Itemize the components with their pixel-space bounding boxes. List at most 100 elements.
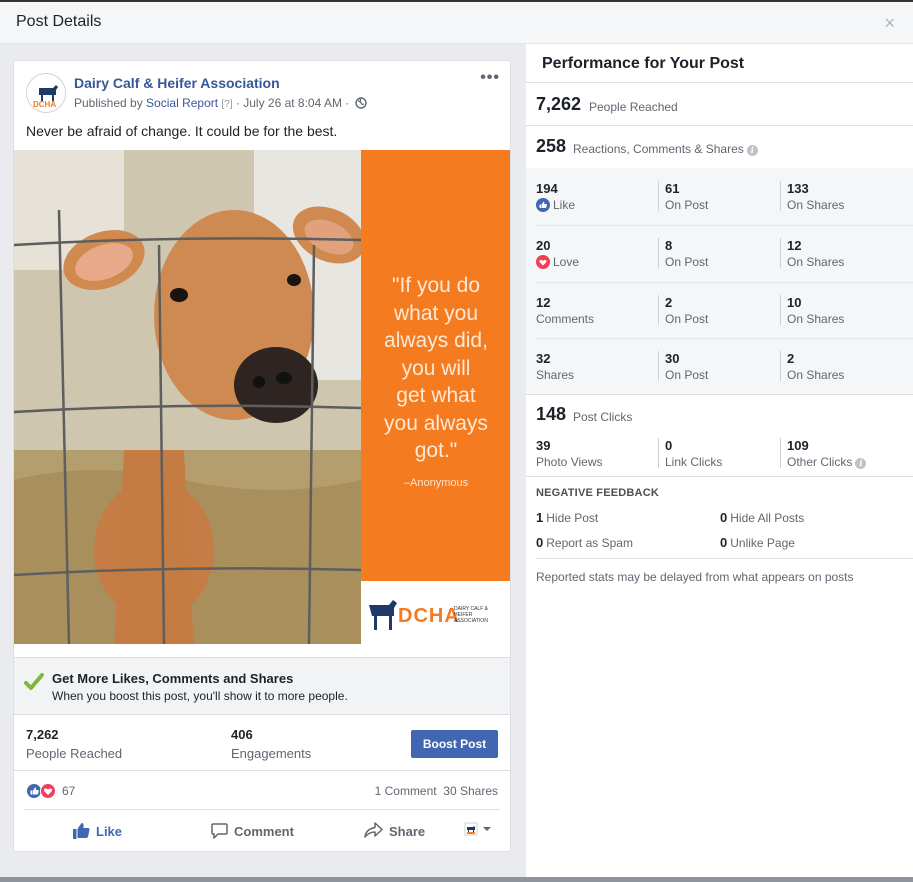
post-header: DCHA Dairy Calf & Heifer Association Pub… xyxy=(14,61,510,151)
calf-illustration xyxy=(14,150,366,644)
quote-line: what you xyxy=(393,301,479,325)
like-label: Like xyxy=(96,824,123,839)
reactions-row: 67 1 Comment 30 Shares xyxy=(14,771,510,809)
love-on-post-cell: 8 On Post xyxy=(665,238,708,269)
report-spam-label: Report as Spam xyxy=(546,536,633,550)
published-by-prefix: Published by xyxy=(74,96,147,110)
photo-views-label: Photo Views xyxy=(536,455,603,469)
engagements-label: Engagements xyxy=(231,746,312,761)
page-name-link[interactable]: Dairy Calf & Heifer Association xyxy=(74,75,280,91)
divider xyxy=(780,351,781,381)
comments-label: Comments xyxy=(536,312,595,326)
engagement-label-text: Reactions, Comments & Shares xyxy=(573,142,744,156)
post-preview-pane: DCHA Dairy Calf & Heifer Association Pub… xyxy=(0,44,526,882)
check-icon xyxy=(24,673,44,690)
performance-pane: Performance for Your Post 7,262 People R… xyxy=(526,44,913,882)
comment-icon xyxy=(211,823,228,840)
divider xyxy=(780,181,781,211)
shares-on-shares: 2 xyxy=(787,351,795,366)
divider xyxy=(780,295,781,325)
divider xyxy=(658,351,659,381)
divider xyxy=(780,438,781,468)
love-on-post: 8 xyxy=(665,238,673,253)
calf-photo xyxy=(14,150,366,644)
shares-count-link[interactable]: 30 Shares xyxy=(443,784,498,798)
hide-post-value: 1 xyxy=(536,510,544,525)
love-on-shares: 12 xyxy=(787,238,802,253)
stats-delay-footnote: Reported stats may be delayed from what … xyxy=(536,570,854,584)
comments-on-post-cell: 2 On Post xyxy=(665,295,708,326)
comments-on-shares-cell: 10 On Shares xyxy=(787,295,844,326)
divider xyxy=(526,476,913,477)
info-icon[interactable]: i xyxy=(746,145,758,156)
comments-count-link[interactable]: 1 Comment xyxy=(375,784,437,798)
hide-all-posts-stat: 0 Hide All Posts xyxy=(720,510,804,525)
more-options-button[interactable]: ••• xyxy=(480,69,500,87)
reaction-count[interactable]: 67 xyxy=(62,784,75,798)
shares-total-cell: 32 Shares xyxy=(536,351,574,382)
post-date[interactable]: · July 26 at 8:04 AM · xyxy=(233,96,353,110)
people-reached-total: 7,262 xyxy=(536,94,582,114)
post-clicks-total: 148 xyxy=(536,404,567,424)
comments-on-shares: 10 xyxy=(787,295,802,310)
quote-line: you will xyxy=(401,356,471,380)
report-spam-value: 0 xyxy=(536,535,544,550)
publisher-link[interactable]: Social Report xyxy=(146,96,218,110)
quote-author: –Anonymous xyxy=(403,477,469,489)
unlike-page-stat: 0 Unlike Page xyxy=(720,535,795,550)
divider xyxy=(536,225,913,226)
like-on-shares-label: On Shares xyxy=(787,198,845,212)
divider xyxy=(658,438,659,468)
post-text: Never be afraid of change. It could be f… xyxy=(26,123,338,139)
boost-post-button[interactable]: Boost Post xyxy=(411,730,498,758)
like-icon xyxy=(73,823,90,839)
engagement-breakdown: 194 Like 61 On Post 133 On Shares 20 Lov… xyxy=(526,168,913,394)
share-icon xyxy=(364,822,383,838)
reaction-icons[interactable] xyxy=(26,783,60,804)
shares-total: 32 xyxy=(536,351,551,366)
comments-on-post: 2 xyxy=(665,295,673,310)
comment-button[interactable]: Comment xyxy=(211,822,294,840)
quote-text: "If you do what you always did, you will… xyxy=(369,272,503,465)
divider xyxy=(536,558,913,559)
love-total-cell: 20 Love xyxy=(536,238,579,269)
people-reached-label: People Reached xyxy=(26,746,123,761)
shares-on-post-label: On Post xyxy=(665,368,709,382)
other-clicks-label-text: Other Clicks xyxy=(787,455,853,469)
other-clicks-cell: 109 Other Clicks i xyxy=(787,438,867,469)
divider xyxy=(780,238,781,268)
love-label-text: Love xyxy=(553,255,580,269)
hide-all-posts-label: Hide All Posts xyxy=(730,511,805,525)
like-button[interactable]: Like xyxy=(72,822,122,839)
link-clicks-cell: 0 Link Clicks xyxy=(665,438,722,469)
share-label: Share xyxy=(389,824,426,839)
like-love-reaction-icons xyxy=(26,783,56,799)
info-icon[interactable]: i xyxy=(855,458,867,469)
post-card: DCHA Dairy Calf & Heifer Association Pub… xyxy=(13,60,511,852)
share-button[interactable]: Share xyxy=(364,822,425,839)
performance-title: Performance for Your Post xyxy=(542,55,745,72)
page-avatar[interactable]: DCHA xyxy=(26,73,66,113)
divider xyxy=(536,282,913,283)
close-icon[interactable]: × xyxy=(884,13,895,34)
post-actions: Like Comment Share xyxy=(24,809,500,849)
help-marker[interactable]: [?] xyxy=(221,99,232,110)
engagements-value: 406 xyxy=(231,727,253,742)
post-meta: Published by Social Report [?] · July 26… xyxy=(74,96,367,110)
quote-line: always did, xyxy=(384,329,488,352)
report-spam-stat: 0 Report as Spam xyxy=(536,535,633,550)
logo-subtext: DAIRY CALF & HEIFER ASSOCIATION xyxy=(454,606,488,624)
post-photo[interactable]: "If you do what you always did, you will… xyxy=(14,150,510,644)
unlike-page-value: 0 xyxy=(720,535,728,550)
engagement-total: 258 xyxy=(536,136,567,156)
like-on-shares: 133 xyxy=(787,181,809,196)
logo-text: DCHA xyxy=(398,605,460,627)
comments-on-post-label: On Post xyxy=(665,312,709,326)
love-total-label: Love xyxy=(536,255,579,269)
post-as-selector[interactable] xyxy=(464,821,494,842)
divider xyxy=(536,338,913,339)
like-on-post: 61 xyxy=(665,181,680,196)
quote-line: you always xyxy=(384,411,488,435)
people-reached-value: 7,262 xyxy=(26,727,59,742)
like-total-label: Like xyxy=(536,198,575,212)
